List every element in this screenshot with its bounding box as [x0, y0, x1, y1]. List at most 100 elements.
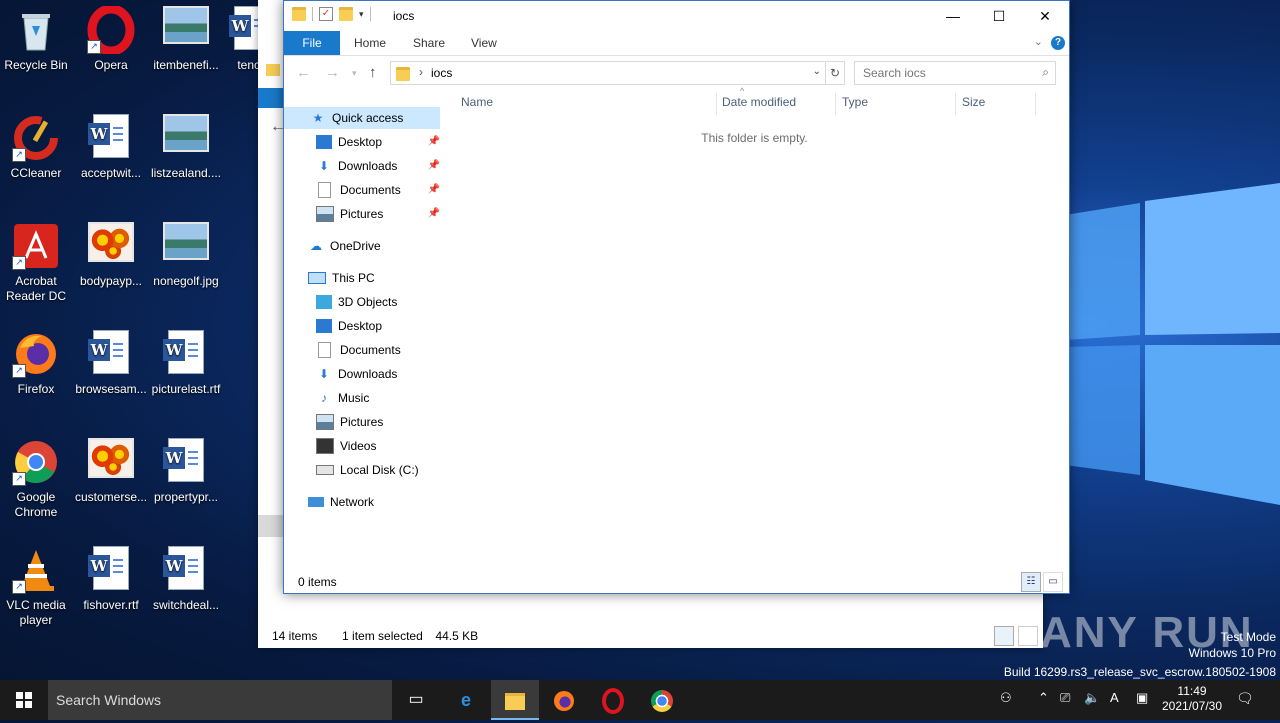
forward-button[interactable]: →	[325, 64, 340, 81]
refresh-button[interactable]: ↻	[825, 61, 845, 85]
tab-view[interactable]: View	[471, 31, 497, 55]
address-bar[interactable]: › iocs ⌄	[390, 61, 826, 85]
breadcrumb-item[interactable]: iocs	[431, 66, 452, 80]
desktop-icon-firefox[interactable]: ↗ Firefox	[0, 324, 72, 397]
search-input[interactable]	[861, 65, 1025, 81]
network-tray-icon[interactable]: ⎚	[1060, 690, 1070, 706]
title-bar[interactable]: ✓ ▾ iocs — ☐ ✕	[284, 1, 1069, 31]
column-divider[interactable]	[716, 93, 717, 115]
nav-qa-documents[interactable]: Documents 📌	[316, 179, 440, 201]
desktop-icon-propertypr[interactable]: W propertypr...	[150, 432, 222, 505]
notifications-icon[interactable]: 🗨	[1236, 690, 1254, 707]
clock[interactable]: 11:49 2021/07/30	[1160, 684, 1224, 714]
people-icon[interactable]: ⚇	[1000, 690, 1012, 706]
close-button[interactable]: ✕	[1022, 1, 1068, 31]
nav-quick-access[interactable]: ★ Quick access	[284, 107, 440, 129]
bg-view-tiles-button[interactable]	[1018, 626, 1038, 646]
desktop-icon-listzealand[interactable]: listzealand....	[150, 108, 222, 181]
navigation-pane: ★ Quick access Desktop 📌 ⬇ Downloads 📌 Docum…	[284, 89, 441, 569]
nav-videos[interactable]: Videos	[316, 435, 376, 457]
address-dropdown-icon[interactable]: ⌄	[813, 66, 821, 77]
firefox-taskbar-icon[interactable]	[540, 680, 588, 720]
tab-home[interactable]: Home	[354, 31, 386, 55]
column-divider[interactable]	[835, 93, 836, 115]
file-list[interactable]: ^ Name Date modified Type Size This fold…	[442, 86, 1067, 569]
pin-icon[interactable]: 📌	[428, 179, 440, 201]
nav-qa-pictures[interactable]: Pictures 📌	[316, 203, 440, 225]
desktop-icon-picturelast[interactable]: W picturelast.rtf	[150, 324, 222, 397]
expand-ribbon-icon[interactable]: ⌄	[1034, 35, 1043, 48]
search-icon[interactable]: ⌕	[1042, 65, 1049, 80]
recycle-bin-icon	[22, 14, 50, 51]
nav-desktop[interactable]: Desktop	[316, 315, 382, 337]
back-button[interactable]: ←	[296, 64, 311, 81]
column-divider[interactable]	[955, 93, 956, 115]
new-folder-icon[interactable]	[339, 7, 353, 21]
nav-3d-objects[interactable]: 3D Objects	[316, 291, 397, 313]
tab-share[interactable]: Share	[413, 31, 445, 55]
nav-documents[interactable]: Documents	[316, 339, 401, 361]
desktop-icon-itembenefi[interactable]: itembenefi...	[150, 0, 222, 73]
help-icon[interactable]: ?	[1051, 36, 1065, 50]
desktop-icon-recycle-bin[interactable]: Recycle Bin	[0, 0, 72, 73]
desktop-icon-switchdeal[interactable]: W switchdeal...	[150, 540, 222, 613]
nav-local-disk[interactable]: Local Disk (C:)	[316, 459, 419, 481]
recent-locations-button[interactable]: ▾	[352, 68, 357, 79]
taskbar-search-box[interactable]: Search Windows	[48, 680, 392, 720]
desktop-icon-customerse[interactable]: customerse...	[75, 432, 147, 505]
action-center-tray-icon[interactable]: ▣	[1136, 690, 1148, 706]
desktop-icon-acceptwit[interactable]: W acceptwit...	[75, 108, 147, 181]
pin-icon[interactable]: 📌	[428, 155, 440, 177]
column-header-type[interactable]: Type	[842, 95, 868, 109]
explorer-window[interactable]: ✓ ▾ iocs — ☐ ✕ File Home Share View ⌄ ? …	[283, 0, 1070, 594]
input-method-icon[interactable]: A	[1110, 690, 1119, 705]
column-header-size[interactable]: Size	[962, 95, 985, 109]
large-icons-view-button[interactable]: ▭	[1043, 572, 1063, 592]
desktop-icon-fishover[interactable]: W fishover.rtf	[75, 540, 147, 613]
column-header-date-modified[interactable]: Date modified	[722, 95, 796, 109]
desktop-icon-chrome[interactable]: ↗ Google Chrome	[0, 432, 72, 520]
chrome-taskbar-icon[interactable]	[638, 680, 686, 720]
folder-icon	[292, 7, 306, 21]
volume-icon[interactable]: 🔈	[1084, 690, 1100, 706]
nav-downloads[interactable]: ⬇ Downloads	[316, 363, 397, 385]
nav-onedrive[interactable]: ☁ OneDrive	[308, 235, 381, 257]
start-button[interactable]	[0, 680, 48, 720]
desktop-icon-bodypayp[interactable]: bodypayp...	[75, 216, 147, 289]
desktop-icon-browsesam[interactable]: W browsesam...	[75, 324, 147, 397]
nav-qa-downloads[interactable]: ⬇ Downloads 📌	[316, 155, 440, 177]
nav-network[interactable]: Network	[308, 491, 374, 513]
tab-file[interactable]: File	[284, 31, 340, 55]
desktop-icon-nonegolf[interactable]: nonegolf.jpg	[150, 216, 222, 289]
search-box[interactable]: ⌕	[854, 61, 1056, 85]
maximize-button[interactable]: ☐	[976, 1, 1022, 31]
task-view-icon[interactable]: ▭	[392, 680, 440, 720]
nav-music[interactable]: ♪ Music	[316, 387, 369, 409]
pin-icon[interactable]: 📌	[428, 203, 440, 225]
nav-qa-desktop[interactable]: Desktop 📌	[316, 131, 440, 153]
properties-icon[interactable]: ✓	[319, 7, 333, 21]
nav-pictures[interactable]: Pictures	[316, 411, 383, 433]
show-hidden-icons[interactable]: ⌃	[1038, 690, 1049, 706]
customize-qat-icon[interactable]: ▾	[359, 9, 364, 20]
file-tab-fragment[interactable]	[258, 88, 284, 108]
opera-taskbar-icon[interactable]	[589, 680, 637, 720]
bg-view-details-button[interactable]	[994, 626, 1014, 646]
edge-icon[interactable]: e	[442, 680, 490, 720]
details-view-button[interactable]: ☷	[1021, 572, 1041, 592]
up-button[interactable]: ↑	[369, 64, 377, 81]
desktop-icon-ccleaner[interactable]: ↗ CCleaner	[0, 108, 72, 181]
minimize-button[interactable]: —	[930, 1, 976, 31]
desktop-icon-opera[interactable]: ↗ Opera	[75, 0, 147, 73]
desktop-icon-vlc[interactable]: ↗ VLC media player	[0, 540, 72, 628]
column-header-name[interactable]: Name	[461, 95, 493, 109]
desktop-icon-acrobat[interactable]: ↗ Acrobat Reader DC	[0, 216, 72, 304]
breadcrumb-chevron-icon[interactable]: ›	[419, 65, 423, 79]
column-divider[interactable]	[1035, 93, 1036, 115]
file-explorer-taskbar-icon[interactable]	[491, 680, 539, 720]
download-icon: ⬇	[318, 159, 330, 173]
nav-label: 3D Objects	[338, 295, 398, 309]
icon-label: acceptwit...	[80, 166, 142, 180]
nav-this-pc[interactable]: This PC	[308, 267, 375, 289]
pin-icon[interactable]: 📌	[428, 131, 440, 153]
